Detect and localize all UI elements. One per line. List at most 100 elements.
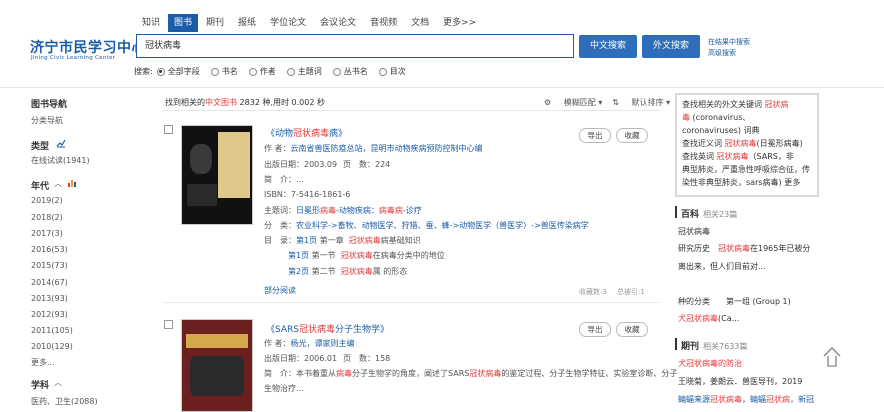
isbn: ISBN：7-5416-1861-6 <box>264 190 351 199</box>
logo-subtitle: Jining Civic Learning Center <box>31 55 116 61</box>
year-2017[interactable]: 2017(3) <box>31 229 63 238</box>
result-checkbox[interactable] <box>164 125 173 134</box>
rp-highlight[interactable]: 毒 <box>682 113 690 122</box>
rp-text: 在1965年已被分 <box>750 244 811 253</box>
divider <box>163 110 659 111</box>
journal-item-link[interactable]: 蝙蝠来源冠状病毒，蝙蝠冠状病，新冠 <box>678 394 814 405</box>
title-part: 病》 <box>329 129 348 139</box>
year-2012[interactable]: 2012(93) <box>31 310 68 319</box>
rp-text: 研究历史 <box>678 244 718 253</box>
rp-highlight: 冠状病毒 <box>710 395 742 404</box>
book-cover-image[interactable] <box>181 319 253 412</box>
tab-documents[interactable]: 文档 <box>405 14 435 32</box>
year-2015[interactable]: 2015(73) <box>31 261 68 270</box>
year-title: 年代 <box>31 182 50 192</box>
related-line[interactable]: 染性非典型肺炎，sars病毒) 更多 <box>682 176 812 189</box>
year-2019[interactable]: 2019(2) <box>31 196 63 205</box>
year-2018[interactable]: 2018(2) <box>31 213 63 222</box>
favorite-button[interactable]: 收藏 <box>616 128 648 143</box>
author-link[interactable]: 杨光，谭家则主编 <box>291 339 355 348</box>
subject-label: 主题词： <box>264 206 296 215</box>
search-input[interactable]: 冠状病毒 <box>136 34 574 58</box>
title-part: 《动物 <box>266 129 294 139</box>
year-2014[interactable]: 2014(67) <box>31 278 68 287</box>
book-cover-image[interactable] <box>181 125 253 225</box>
rp-text[interactable]: (日冕形病毒) <box>757 139 803 148</box>
title-highlight: 冠状病毒 <box>293 129 330 139</box>
year-2011[interactable]: 2011(105) <box>31 326 73 335</box>
baike-title: 百科 <box>681 210 700 220</box>
logo-title[interactable]: 济宁市民学习中心 <box>30 37 146 57</box>
scope-all-fields[interactable]: 全部字段 <box>156 66 200 77</box>
type-title: 类型 <box>31 142 50 152</box>
tab-knowledge[interactable]: 知识 <box>136 14 166 32</box>
tab-video[interactable]: 音视频 <box>364 14 403 32</box>
subject-link[interactable]: -动物疾病： <box>336 206 379 215</box>
author-link[interactable]: 云南省兽医防疫总站，昆明市动物疾病预防控制中心编 <box>291 144 483 153</box>
export-button[interactable]: 导出 <box>579 128 611 143</box>
page-count: 页 数：224 <box>343 160 391 169</box>
toc-line: 目 录：第1页 第一章 冠状病毒病基础知识 <box>264 235 421 246</box>
scroll-to-top-icon[interactable] <box>822 346 842 368</box>
title-part: 分子生物学》 <box>335 325 390 335</box>
year-2016[interactable]: 2016(53) <box>31 245 68 254</box>
year-more-link[interactable]: 更多... <box>31 357 55 368</box>
scope-toc[interactable]: 目次 <box>378 66 406 77</box>
rp-highlight[interactable]: 冠状病毒 <box>717 152 749 161</box>
year-2010[interactable]: 2010(129) <box>31 342 73 351</box>
category-nav-link[interactable]: 分类导航 <box>31 115 63 126</box>
classification-link[interactable]: 农业科学->畜牧、动物医学、狩猎、蚕、蜂->动物医学（兽医学）->兽医传染病学 <box>296 221 589 230</box>
sort-dropdown[interactable]: ⇅ 默认排序 ▾ <box>612 97 670 108</box>
subject-link[interactable]: -诊疗 <box>403 206 422 215</box>
result-title[interactable]: 《动物冠状病毒病》 <box>266 126 347 139</box>
foreign-search-button[interactable]: 外文搜索 <box>642 35 700 58</box>
title-part: 《SARS <box>266 325 300 335</box>
related-line[interactable]: 典型肺炎，严重急性呼吸综合征，传 <box>682 163 812 176</box>
tab-conference[interactable]: 会议论文 <box>314 14 362 32</box>
baike-item-link[interactable]: 冠状病毒 <box>678 226 710 237</box>
favorite-count: 收藏数:3 <box>579 288 607 296</box>
baike-item-link[interactable]: 犬冠状病毒(Ca... <box>678 313 739 324</box>
search-in-results-link[interactable]: 在结果中搜索 <box>708 37 750 47</box>
tab-more[interactable]: 更多>> <box>437 14 482 32</box>
rp-text: (coronavirus、 <box>690 113 751 122</box>
cover-art <box>190 144 212 174</box>
related-line[interactable]: coronaviruses) 词典 <box>682 124 812 137</box>
scope-series[interactable]: 丛书名 <box>332 66 368 77</box>
year-2013[interactable]: 2013(93) <box>31 294 68 303</box>
toc-page-link[interactable]: 第1页 <box>288 251 309 260</box>
rp-highlight[interactable]: 冠状病毒 <box>725 139 757 148</box>
subject-link[interactable]: 日冕形 <box>296 206 320 215</box>
journal-item-link[interactable]: 犬冠状病毒的防治 <box>678 358 742 369</box>
tab-theses[interactable]: 学位论文 <box>264 14 312 32</box>
sort-match-label: 模糊匹配 <box>563 98 596 107</box>
bar-chart-icon[interactable] <box>67 178 77 188</box>
fuzzy-match-toggle[interactable]: ⚙ 模糊匹配 ▾ <box>544 97 602 108</box>
result-title[interactable]: 《SARS冠状病毒分子生物学》 <box>266 322 389 335</box>
export-button[interactable]: 导出 <box>579 322 611 337</box>
toc-label: 目 录： <box>264 236 296 245</box>
subject-medicine[interactable]: 医药、卫生(2088) <box>31 396 98 407</box>
book-nav-title: 图书导航 <box>31 100 68 110</box>
tab-journals[interactable]: 期刊 <box>200 14 230 32</box>
type-online-preview[interactable]: 在线试读(1941) <box>31 155 90 166</box>
chinese-search-button[interactable]: 中文搜索 <box>579 35 637 58</box>
favorite-button[interactable]: 收藏 <box>616 322 648 337</box>
related-terms-box: 查找相关的外文关键词 冠状病 毒 (coronavirus、 coronavir… <box>675 93 819 197</box>
toc-page-link[interactable]: 第1页 <box>296 236 317 245</box>
partial-read-link[interactable]: 部分阅读 <box>264 285 296 296</box>
trend-chart-icon[interactable] <box>56 138 66 148</box>
rp-text[interactable]: （SARS，非 <box>749 152 794 161</box>
result-checkbox[interactable] <box>164 320 173 329</box>
tab-newspapers[interactable]: 报纸 <box>232 14 262 32</box>
tab-books[interactable]: 图书 <box>168 14 199 32</box>
advanced-search-link[interactable]: 高级搜索 <box>708 48 736 58</box>
chevron-up-icon[interactable]: ︿ <box>54 377 62 388</box>
rp-highlight[interactable]: 冠状病 <box>765 100 789 109</box>
scope-subject[interactable]: 主题词 <box>286 66 322 77</box>
scope-title[interactable]: 书名 <box>210 66 238 77</box>
rp-highlight: 冠状病毒 <box>718 244 750 253</box>
scope-author[interactable]: 作者 <box>248 66 276 77</box>
chevron-up-icon[interactable]: ︿ <box>54 178 62 189</box>
toc-page-link[interactable]: 第2页 <box>288 267 309 276</box>
